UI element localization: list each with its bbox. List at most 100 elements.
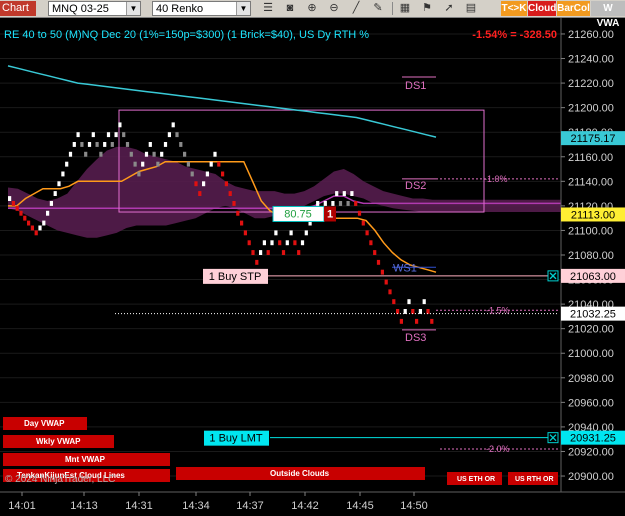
renko-brick <box>392 299 396 305</box>
cloud-fill <box>8 146 561 238</box>
renko-brick <box>278 240 282 246</box>
renko-brick <box>243 230 247 236</box>
chart-menu-button[interactable]: Chart <box>0 1 36 16</box>
renko-brick <box>114 132 118 138</box>
y-tick-label: 20920.00 <box>568 446 614 458</box>
renko-brick <box>213 151 217 157</box>
grid-icon[interactable]: ▦ <box>396 1 414 16</box>
grid <box>0 33 561 477</box>
renko-brick <box>186 161 190 167</box>
renko-brick <box>156 161 160 167</box>
y-tick-label: 20960.00 <box>568 397 614 409</box>
y-tick-label: 21140.00 <box>568 176 613 188</box>
time-axis[interactable]: 14:01 14:13 14:31 14:34 14:37 14:42 14:45 14:50 <box>8 492 428 512</box>
renko-brick <box>369 240 373 246</box>
renko-brick <box>42 220 46 226</box>
renko-brick <box>373 250 377 255</box>
renko-brick <box>110 142 114 147</box>
copyright-text: © 2024 NinjaTrader, LLC <box>5 474 115 485</box>
price-axis[interactable]: 21260.0021240.0021220.0021200.0021180.00… <box>561 29 614 483</box>
us-eth-or-label: US ETH OR <box>457 476 495 483</box>
hamburger-icon[interactable]: ☰ <box>259 1 277 16</box>
renko-brick <box>61 171 65 177</box>
buy-limit-label: 1 Buy LMT <box>209 433 262 445</box>
renko-brick <box>160 151 164 157</box>
renko-brick <box>228 191 232 196</box>
y-tick-label: 21160.00 <box>568 152 613 164</box>
renko-brick <box>354 201 358 206</box>
renko-brick <box>34 230 38 236</box>
y-tick-label: 20900.00 <box>568 471 614 483</box>
close-icon[interactable] <box>547 270 559 282</box>
y-tick-label: 21260.00 <box>568 29 614 41</box>
renko-brick <box>152 151 156 157</box>
ws1-label: WS1 <box>393 262 417 274</box>
cloud-toggle[interactable]: Cloud <box>528 1 556 16</box>
renko-brick <box>141 161 145 167</box>
arrow-icon[interactable]: ➚ <box>440 1 458 16</box>
zoom-out-icon[interactable]: ⊖ <box>325 1 343 16</box>
day-vwap-label: Day VWAP <box>24 419 65 428</box>
renko-brick <box>316 201 320 206</box>
close-icon[interactable] <box>547 432 559 444</box>
wkly-vwap-label: Wkly VWAP <box>36 437 81 446</box>
bar-type-selector[interactable]: 40 Renko ▼ <box>152 1 251 16</box>
renko-brick <box>338 201 343 206</box>
renko-brick <box>281 250 286 255</box>
x-tick-label: 14:34 <box>182 500 210 512</box>
renko-brick <box>430 318 434 324</box>
renko-brick <box>365 230 369 236</box>
renko-brick <box>342 191 346 196</box>
renko-brick <box>72 142 76 147</box>
renko-brick <box>293 240 297 246</box>
renko-brick <box>163 142 168 147</box>
renko-brick <box>65 161 69 167</box>
renko-brick <box>103 142 107 147</box>
renko-brick <box>274 230 278 236</box>
ruler-icon[interactable]: ╱ <box>347 1 365 16</box>
renko-brick <box>266 250 270 255</box>
renko-brick <box>171 122 175 128</box>
renko-brick <box>331 201 335 206</box>
toolbar: Chart MNQ 03-25 ▼ 40 Renko ▼ ☰ ◙ ⊕ ⊖ ╱ ✎… <box>0 0 625 29</box>
renko-brick <box>11 201 15 206</box>
wvwap-toggle[interactable]: W VWA <box>591 1 625 29</box>
flag-icon[interactable]: ⚑ <box>418 1 436 16</box>
zoom-in-icon[interactable]: ⊕ <box>303 1 321 16</box>
renko-brick <box>247 240 251 246</box>
y-tick-label: 21000.00 <box>568 348 614 360</box>
renko-brick <box>384 279 388 285</box>
renko-brick <box>304 230 308 236</box>
sheet-icon[interactable]: ▤ <box>462 1 480 16</box>
order-bubble[interactable]: 80.75 1 <box>272 205 336 222</box>
instrument-value: MNQ 03-25 <box>52 3 109 15</box>
price-marker-last: 21032.25 <box>570 309 616 321</box>
tenkan-kijun-toggle[interactable]: T<>K <box>501 1 527 16</box>
renko-brick <box>179 142 183 147</box>
bar-type-value: 40 Renko <box>156 3 204 15</box>
renko-brick <box>57 181 61 187</box>
renko-brick <box>27 220 31 226</box>
renko-brick <box>202 181 206 187</box>
renko-brick <box>361 220 365 226</box>
renko-brick <box>217 161 221 167</box>
renko-brick <box>129 151 133 157</box>
indicator-header: RE 40 to 50 (M)NQ Dec 20 (1%=150p=$300) … <box>4 29 369 41</box>
chevron-down-icon: ▼ <box>236 2 250 15</box>
renko-brick <box>144 151 149 157</box>
outside-clouds-label: Outside Clouds <box>270 469 330 478</box>
us-rth-or-label: US RTH OR <box>515 476 554 483</box>
barcol-toggle[interactable]: BarCol <box>557 1 590 16</box>
instrument-selector[interactable]: MNQ 03-25 ▼ <box>48 1 141 16</box>
renko-brick <box>8 196 12 201</box>
renko-brick <box>300 240 305 246</box>
price-marker-cyan: 21175.17 <box>570 133 615 145</box>
pencil-icon[interactable]: ✎ <box>369 1 387 16</box>
renko-brick <box>399 318 403 324</box>
renko-brick <box>76 132 80 138</box>
chart-area[interactable]: DS1 DS2 WS1 DS3 -1.0% -1.5% -2.0% 80.75 … <box>0 18 625 516</box>
renko-brick <box>209 161 213 167</box>
renko-brick <box>270 240 274 246</box>
camera-icon[interactable]: ◙ <box>281 1 299 16</box>
renko-brick <box>262 240 266 246</box>
